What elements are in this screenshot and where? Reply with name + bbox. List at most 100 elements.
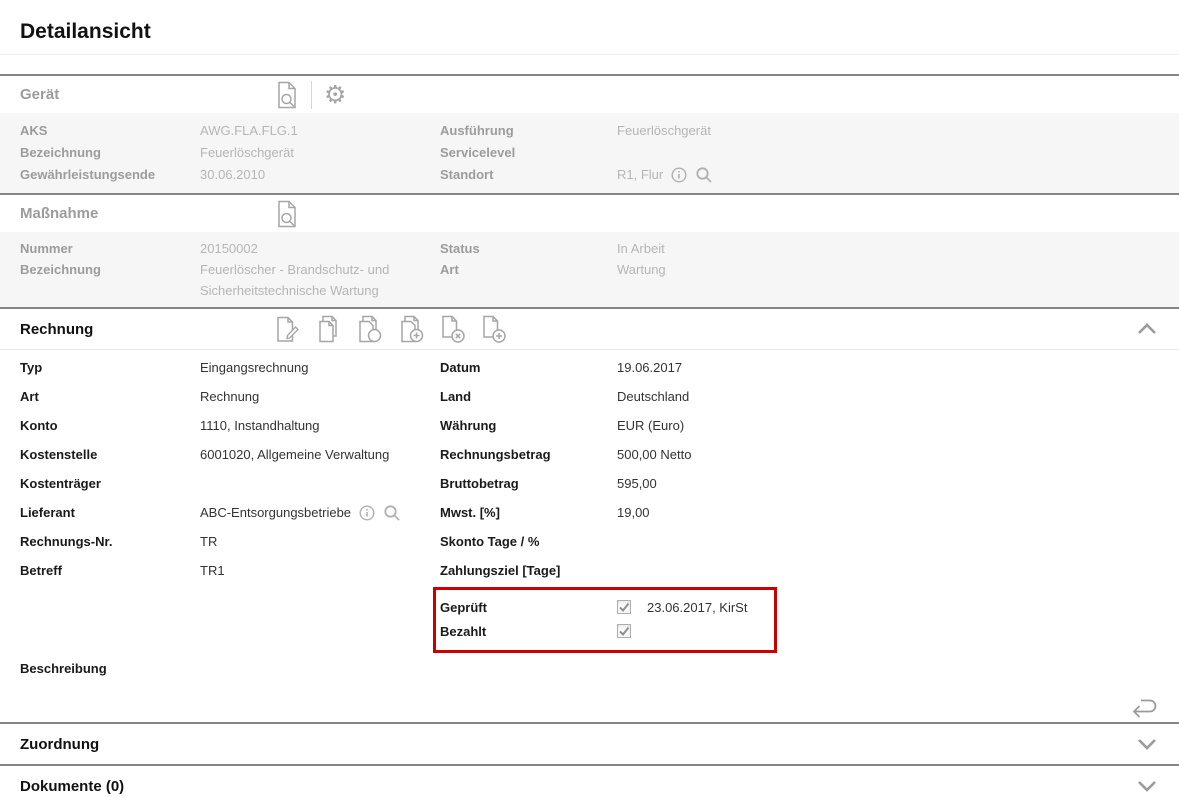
- field-value: 20150002: [200, 238, 440, 259]
- field-label: Mwst. [%]: [440, 498, 617, 527]
- field-label: Typ: [20, 353, 200, 382]
- field-row: Lieferant ABC-Entsorgungsbetriebe: [0, 498, 1179, 527]
- field-value: R1, Flur: [617, 164, 663, 186]
- geprueft-row: Geprüft 23.06.2017, KirSt: [436, 595, 774, 619]
- field-value: In Arbeit: [617, 238, 1179, 259]
- field-label: Währung: [440, 411, 617, 440]
- undo-icon[interactable]: [1129, 696, 1159, 718]
- field-label: Bezahlt: [440, 624, 617, 639]
- info-icon[interactable]: [671, 167, 687, 183]
- field-row: AKS AWG.FLA.FLG.1 Ausführung Feuerlöschg…: [0, 120, 1179, 142]
- field-value: 19,00: [617, 498, 1179, 527]
- field-value: Wartung: [617, 259, 1179, 301]
- field-value: EUR (Euro): [617, 411, 1179, 440]
- expand-section-icon[interactable]: [1137, 780, 1157, 792]
- beschreibung-row: Beschreibung: [0, 661, 1179, 676]
- page-title: Detailansicht: [0, 0, 1179, 44]
- field-label: Zahlungsziel [Tage]: [440, 556, 617, 585]
- geraet-toolbar: ⚙: [275, 81, 346, 109]
- field-row: Bezeichnung Feuerlöscher - Brandschutz- …: [0, 259, 1179, 301]
- field-row: Bezeichnung Feuerlöschgerät Servicelevel: [0, 142, 1179, 164]
- field-value: 6001020, Allgemeine Verwaltung: [200, 440, 440, 469]
- field-row: Kostenträger Bruttobetrag 595,00: [0, 469, 1179, 498]
- field-label: Status: [440, 238, 617, 259]
- field-label: Servicelevel: [440, 142, 617, 164]
- section-title-zuordnung: Zuordnung: [20, 736, 99, 753]
- field-value: Feuerlöschgerät: [617, 120, 1179, 142]
- field-label: Standort: [440, 164, 617, 186]
- field-value: TR1: [200, 556, 440, 585]
- massnahme-toolbar: [275, 200, 299, 228]
- field-value: [617, 527, 1179, 556]
- field-label: Lieferant: [20, 498, 200, 527]
- section-header-massnahme: Maßnahme: [0, 195, 1179, 232]
- document-edit-icon[interactable]: [275, 316, 301, 343]
- section-header-geraet: Gerät ⚙: [0, 76, 1179, 113]
- field-value: ABC-Entsorgungsbetriebe: [200, 498, 351, 527]
- field-label: Rechnungsbetrag: [440, 440, 617, 469]
- field-row: Kostenstelle 6001020, Allgemeine Verwalt…: [0, 440, 1179, 469]
- field-value: Eingangsrechnung: [200, 353, 440, 382]
- field-row: Gewährleistungsende 30.06.2010 Standort …: [0, 164, 1179, 186]
- collapse-section-icon[interactable]: [1137, 323, 1157, 335]
- rechnung-fields: Typ Eingangsrechnung Datum 19.06.2017 Ar…: [0, 350, 1179, 722]
- undo-row: [0, 692, 1179, 722]
- bezahlt-row: Bezahlt: [436, 619, 774, 643]
- field-value: Feuerlöscher - Brandschutz- und Sicherhe…: [200, 259, 440, 301]
- field-row: Nummer 20150002 Status In Arbeit: [0, 238, 1179, 259]
- document-copy-add-icon[interactable]: [397, 315, 425, 343]
- section-header-rechnung: Rechnung: [0, 309, 1179, 349]
- field-value: 1110, Instandhaltung: [200, 411, 440, 440]
- field-label: Rechnungs-Nr.: [20, 527, 200, 556]
- field-value: 595,00: [617, 469, 1179, 498]
- geprueft-note: 23.06.2017, KirSt: [647, 600, 747, 615]
- document-copy-icon[interactable]: [315, 315, 341, 343]
- field-row: Betreff TR1 Zahlungsziel [Tage]: [0, 556, 1179, 585]
- document-copy-circle-icon[interactable]: [355, 315, 383, 343]
- document-preview-icon[interactable]: [275, 81, 299, 109]
- field-row: Typ Eingangsrechnung Datum 19.06.2017: [0, 353, 1179, 382]
- field-row: Konto 1110, Instandhaltung Währung EUR (…: [0, 411, 1179, 440]
- search-icon[interactable]: [695, 166, 713, 184]
- field-label: Art: [20, 382, 200, 411]
- expand-section-icon[interactable]: [1137, 738, 1157, 750]
- field-label: Konto: [20, 411, 200, 440]
- info-icon[interactable]: [359, 505, 375, 521]
- section-title-massnahme: Maßnahme: [0, 205, 275, 222]
- field-label: Nummer: [20, 238, 200, 259]
- geraet-fields: AKS AWG.FLA.FLG.1 Ausführung Feuerlöschg…: [0, 113, 1179, 193]
- massnahme-fields: Nummer 20150002 Status In Arbeit Bezeich…: [0, 232, 1179, 307]
- geprueft-checkbox[interactable]: [617, 600, 631, 614]
- field-label: Bezeichnung: [20, 259, 200, 301]
- field-label: Skonto Tage / %: [440, 527, 617, 556]
- section-title-dokumente: Dokumente (0): [20, 778, 124, 795]
- field-value: [617, 556, 1179, 585]
- field-value: 500,00 Netto: [617, 440, 1179, 469]
- section-header-dokumente[interactable]: Dokumente (0): [0, 766, 1179, 797]
- section-title-rechnung: Rechnung: [0, 321, 275, 338]
- field-label: Bruttobetrag: [440, 469, 617, 498]
- document-remove-icon[interactable]: [439, 315, 466, 343]
- section-header-zuordnung[interactable]: Zuordnung: [0, 724, 1179, 764]
- field-row: Art Rechnung Land Deutschland: [0, 382, 1179, 411]
- field-label: Betreff: [20, 556, 200, 585]
- document-preview-icon[interactable]: [275, 200, 299, 228]
- bezahlt-checkbox[interactable]: [617, 624, 631, 638]
- field-value: Deutschland: [617, 382, 1179, 411]
- lieferant-value: ABC-Entsorgungsbetriebe: [200, 498, 440, 527]
- field-label: Kostenstelle: [20, 440, 200, 469]
- field-label: Bezeichnung: [20, 142, 200, 164]
- highlight-annotation-box: Geprüft 23.06.2017, KirSt Bezahlt: [433, 587, 777, 653]
- section-title-geraet: Gerät: [0, 86, 275, 103]
- field-value: TR: [200, 527, 440, 556]
- standort-value: R1, Flur: [617, 164, 1179, 186]
- gear-icon[interactable]: ⚙: [324, 82, 346, 108]
- field-label: Gewährleistungsende: [20, 164, 200, 186]
- field-value: Rechnung: [200, 382, 440, 411]
- field-value: AWG.FLA.FLG.1: [200, 120, 440, 142]
- field-label: Kostenträger: [20, 469, 200, 498]
- document-add-icon[interactable]: [480, 315, 507, 343]
- field-label: Datum: [440, 353, 617, 382]
- search-icon[interactable]: [383, 504, 401, 522]
- rechnung-toolbar: [275, 315, 507, 343]
